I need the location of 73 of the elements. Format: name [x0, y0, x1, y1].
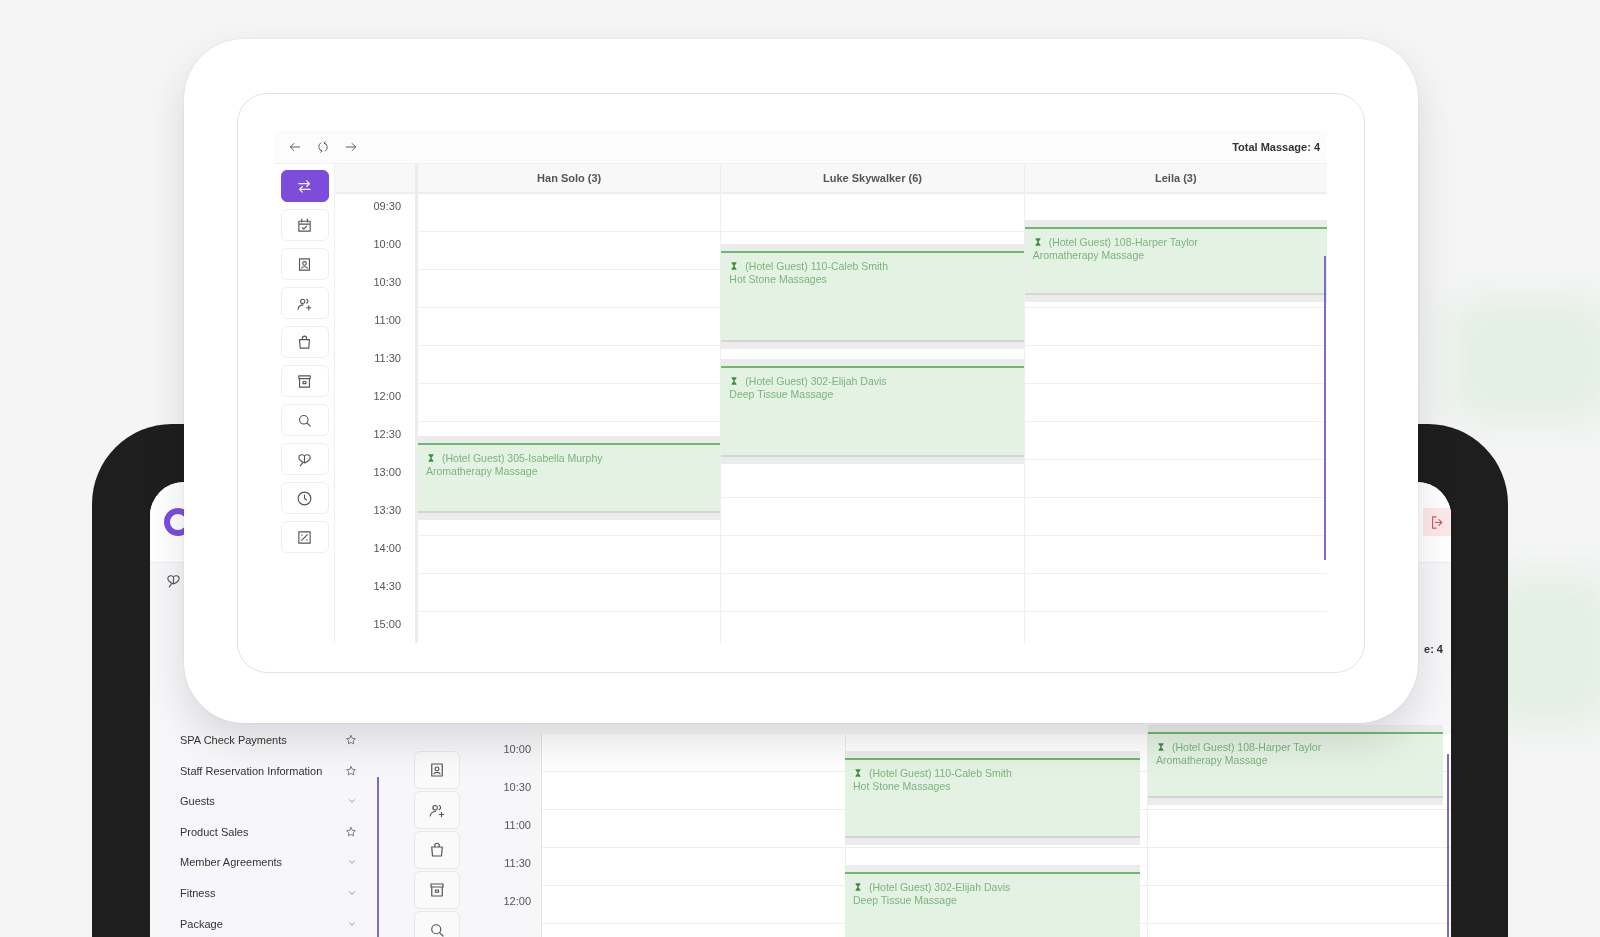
menu-label: Fitness [180, 886, 216, 899]
tool-button[interactable] [280, 170, 329, 202]
column-header: Leila (3) [1024, 164, 1327, 194]
service-name: Hot Stone Massages [729, 273, 827, 285]
menu-label: Package [180, 917, 223, 930]
time-label: 13:00 [373, 466, 401, 480]
hourglass-icon [1156, 742, 1166, 752]
service-name: Hot Stone Massages [853, 780, 951, 792]
percent-icon [296, 528, 313, 546]
calendar-check-icon [296, 216, 313, 234]
column-header: Han Solo (3) [418, 164, 721, 194]
time-label: 10:30 [373, 276, 401, 290]
menu-label: SPA Check Payments [180, 734, 287, 746]
guest-name: (Hotel Guest) 110-Caleb Smith [745, 260, 889, 272]
hourglass-icon [729, 376, 740, 386]
service-name: Deep Tissue Massage [853, 894, 957, 906]
service-name: Deep Tissue Massage [729, 388, 834, 400]
star-icon[interactable] [345, 734, 357, 746]
service-name: Aromatherapy Massage [1156, 754, 1268, 766]
time-label: 12:00 [373, 390, 401, 404]
time-label: 12:30 [373, 428, 401, 442]
clock-icon [296, 489, 313, 507]
time-label: 11:00 [374, 314, 401, 328]
menu-item[interactable]: SPA Check Payments [180, 729, 379, 751]
menu-label: Guests [180, 795, 215, 808]
hourglass-icon [853, 882, 863, 892]
hourglass-icon [426, 453, 436, 463]
guest-name: (Hotel Guest) 110-Caleb Smith [869, 767, 1012, 779]
time-label: 14:00 [373, 542, 401, 556]
star-icon[interactable] [345, 764, 357, 777]
search-icon [428, 921, 446, 937]
time-label: 12:00 [503, 895, 531, 907]
time-label: 14:30 [373, 580, 401, 594]
hourglass-icon [729, 261, 740, 271]
archive-box-icon [296, 372, 313, 390]
shopping-bag-icon [428, 841, 446, 859]
time-label: 11:30 [374, 352, 401, 366]
menu-item[interactable]: Guests [180, 790, 379, 813]
menu-item[interactable]: Member Agreements [180, 851, 379, 874]
guest-name: (Hotel Guest) 302-Elijah Davis [869, 881, 1011, 893]
menu-item[interactable]: Staff Reservation Information [180, 759, 379, 782]
menu-item[interactable]: Package [180, 912, 379, 935]
archive-box-icon [428, 881, 446, 899]
time-label: 13:30 [373, 504, 401, 518]
contact-card-icon [296, 255, 313, 273]
guest-name: (Hotel Guest) 302-Elijah Davis [745, 375, 887, 387]
time-label: 10:00 [503, 743, 531, 755]
menu-item[interactable]: Fitness [180, 881, 379, 904]
time-label: 09:30 [373, 200, 401, 214]
menu-item[interactable]: Product Sales [180, 820, 379, 843]
guest-name: (Hotel Guest) 108-Harper Taylor [1048, 236, 1198, 248]
time-label: 10:00 [373, 238, 401, 252]
menu-label: Staff Reservation Information [180, 764, 323, 777]
refresh-icon [315, 139, 330, 154]
column-header: Luke Skywalker (6) [721, 164, 1024, 194]
service-name: Aromatherapy Massage [1032, 249, 1145, 261]
menu-label: Member Agreements [180, 856, 283, 869]
total-count: Total Massage: 4 [1232, 140, 1320, 153]
time-label: 11:00 [504, 819, 531, 831]
guest-name: (Hotel Guest) 108-Harper Taylor [1172, 741, 1322, 753]
menu-label: Product Sales [180, 825, 249, 838]
contact-card-icon [428, 761, 446, 779]
swap-arrows-icon [296, 177, 313, 195]
guest-name: (Hotel Guest) 305-Isabella Murphy [442, 452, 603, 464]
total-count: e: 4 [1424, 643, 1443, 655]
star-icon[interactable] [345, 825, 357, 838]
hourglass-icon [853, 768, 863, 778]
shopping-bag-icon [296, 333, 313, 351]
logout-button[interactable] [1423, 508, 1451, 536]
time-label: 15:00 [373, 618, 401, 632]
time-label: 10:30 [503, 781, 531, 793]
time-label: 11:30 [504, 857, 531, 869]
service-name: Aromatherapy Massage [426, 465, 538, 477]
